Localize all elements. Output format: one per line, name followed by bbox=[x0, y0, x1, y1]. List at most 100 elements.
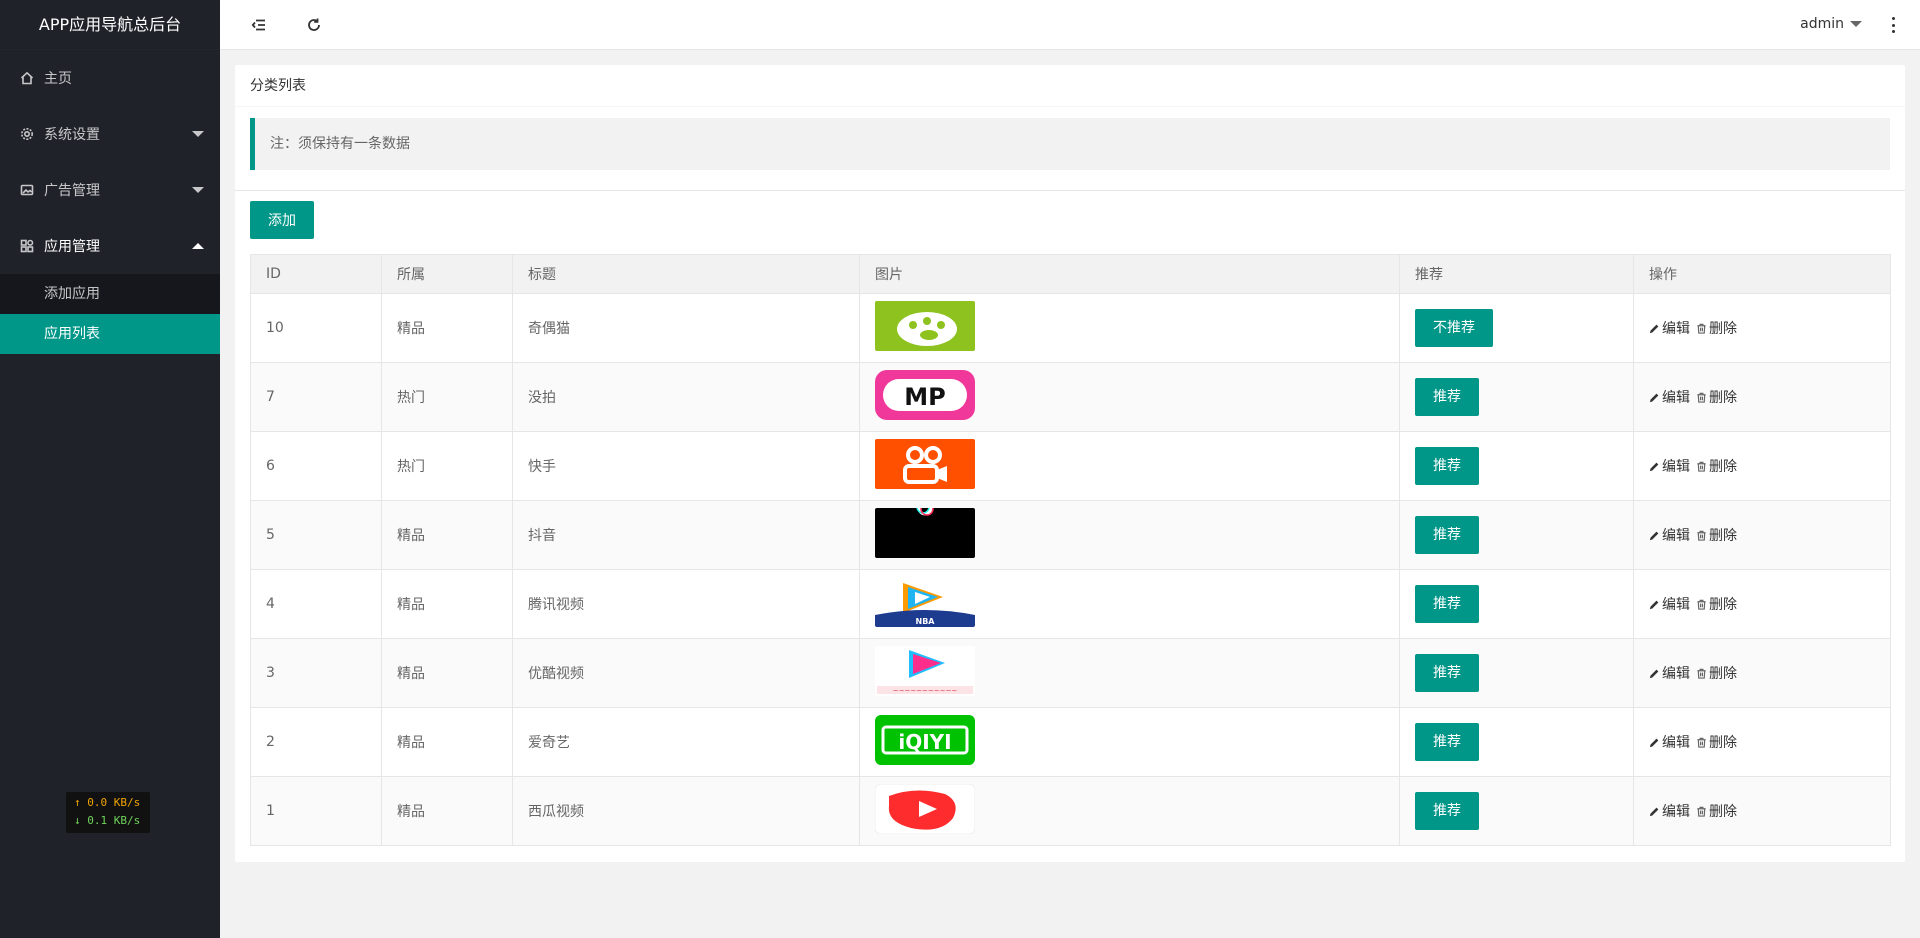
cell-recommend: 推荐 bbox=[1399, 707, 1634, 777]
username: admin bbox=[1800, 16, 1844, 32]
cell-id: 7 bbox=[250, 362, 382, 432]
chevron-up-icon bbox=[192, 243, 204, 249]
recommend-toggle-button[interactable]: 不推荐 bbox=[1415, 309, 1493, 347]
edit-label: 编辑 bbox=[1662, 459, 1690, 475]
cell-category: 精品 bbox=[381, 500, 513, 570]
recommend-toggle-button[interactable]: 推荐 bbox=[1415, 792, 1479, 830]
edit-label: 编辑 bbox=[1662, 390, 1690, 406]
recommend-toggle-button[interactable]: 推荐 bbox=[1415, 378, 1479, 416]
cell-recommend: 推荐 bbox=[1399, 569, 1634, 639]
delete-label: 删除 bbox=[1709, 321, 1737, 337]
delete-label: 删除 bbox=[1709, 804, 1737, 820]
cell-actions: 编辑 删除 bbox=[1633, 293, 1891, 363]
recommend-toggle-button[interactable]: 推荐 bbox=[1415, 723, 1479, 761]
cell-recommend: 不推荐 bbox=[1399, 293, 1634, 363]
cell-category: 精品 bbox=[381, 293, 513, 363]
cell-actions: 编辑 删除 bbox=[1633, 500, 1891, 570]
sidebar-item-label: 广告管理 bbox=[44, 183, 100, 199]
delete-link[interactable]: 删除 bbox=[1696, 732, 1737, 752]
svg-text:NBA: NBA bbox=[916, 617, 936, 626]
pencil-icon bbox=[1649, 531, 1659, 540]
app-logo-image: NBA bbox=[875, 577, 975, 627]
note-blockquote: 注：须保持有一条数据 bbox=[250, 118, 1890, 170]
menu-collapse-icon[interactable] bbox=[248, 14, 270, 36]
add-button[interactable]: 添加 bbox=[250, 201, 314, 239]
card-title: 分类列表 bbox=[235, 65, 1905, 107]
gear-icon bbox=[20, 127, 34, 141]
app-logo-image bbox=[875, 301, 975, 351]
cell-category: 热门 bbox=[381, 362, 513, 432]
category-list-card: 分类列表 注：须保持有一条数据 添加 ID 所属 标题 图片 推荐 操作 10 精… bbox=[235, 65, 1905, 862]
edit-link[interactable]: 编辑 bbox=[1649, 732, 1690, 752]
edit-link[interactable]: 编辑 bbox=[1649, 801, 1690, 821]
cell-category: 精品 bbox=[381, 707, 513, 777]
recommend-toggle-button[interactable]: 推荐 bbox=[1415, 447, 1479, 485]
column-header-title: 标题 bbox=[512, 254, 860, 294]
edit-link[interactable]: 编辑 bbox=[1649, 525, 1690, 545]
cell-recommend: 推荐 bbox=[1399, 362, 1634, 432]
user-menu[interactable]: admin bbox=[1800, 16, 1862, 32]
app-table: ID 所属 标题 图片 推荐 操作 10 精品 奇偶猫 不推荐 编辑 删除 7 热门 没拍 MP 推… bbox=[250, 254, 1891, 846]
cell-recommend: 推荐 bbox=[1399, 776, 1634, 846]
recommend-toggle-button[interactable]: 推荐 bbox=[1415, 516, 1479, 554]
network-speed-widget: ↑ 0.0 KB/s ↓ 0.1 KB/s bbox=[66, 792, 150, 833]
sidebar-subitem-app-list[interactable]: 应用列表 bbox=[0, 314, 220, 354]
column-header-image: 图片 bbox=[859, 254, 1400, 294]
edit-label: 编辑 bbox=[1662, 321, 1690, 337]
delete-link[interactable]: 删除 bbox=[1696, 456, 1737, 476]
delete-label: 删除 bbox=[1709, 459, 1737, 475]
delete-link[interactable]: 删除 bbox=[1696, 387, 1737, 407]
more-vertical-icon[interactable] bbox=[1892, 17, 1896, 33]
table-row: 2 精品 爱奇艺 iQIYI 推荐 编辑 删除 bbox=[250, 707, 1891, 777]
cell-id: 4 bbox=[250, 569, 382, 639]
refresh-icon[interactable] bbox=[303, 14, 325, 36]
delete-link[interactable]: 删除 bbox=[1696, 801, 1737, 821]
table-row: 5 精品 抖音 推荐 编辑 删除 bbox=[250, 500, 1891, 570]
chevron-down-icon bbox=[1850, 21, 1862, 27]
column-header-id: ID bbox=[250, 254, 382, 294]
edit-link[interactable]: 编辑 bbox=[1649, 318, 1690, 338]
delete-link[interactable]: 删除 bbox=[1696, 525, 1737, 545]
delete-label: 删除 bbox=[1709, 597, 1737, 613]
sidebar-item-app-management[interactable]: 应用管理 bbox=[0, 218, 220, 274]
cell-actions: 编辑 删除 bbox=[1633, 569, 1891, 639]
upload-speed: ↑ 0.0 KB/s bbox=[74, 796, 141, 809]
cell-category: 热门 bbox=[381, 431, 513, 501]
submenu-app-management: 添加应用 应用列表 bbox=[0, 274, 220, 354]
cell-id: 3 bbox=[250, 638, 382, 708]
delete-link[interactable]: 删除 bbox=[1696, 594, 1737, 614]
app-logo-image bbox=[875, 508, 975, 558]
edit-link[interactable]: 编辑 bbox=[1649, 456, 1690, 476]
sidebar-item-system-settings[interactable]: 系统设置 bbox=[0, 106, 220, 162]
app-title: APP应用导航总后台 bbox=[38, 15, 182, 34]
cell-image bbox=[859, 293, 1400, 363]
edit-label: 编辑 bbox=[1662, 528, 1690, 544]
cell-title: 爱奇艺 bbox=[512, 707, 860, 777]
trash-icon bbox=[1697, 392, 1706, 403]
recommend-toggle-button[interactable]: 推荐 bbox=[1415, 654, 1479, 692]
cell-category: 精品 bbox=[381, 776, 513, 846]
cell-actions: 编辑 删除 bbox=[1633, 431, 1891, 501]
edit-link[interactable]: 编辑 bbox=[1649, 594, 1690, 614]
sidebar-subitem-add-app[interactable]: 添加应用 bbox=[0, 274, 220, 314]
pencil-icon bbox=[1649, 462, 1659, 471]
cell-category: 精品 bbox=[381, 569, 513, 639]
cell-actions: 编辑 删除 bbox=[1633, 707, 1891, 777]
cell-id: 10 bbox=[250, 293, 382, 363]
edit-link[interactable]: 编辑 bbox=[1649, 387, 1690, 407]
delete-label: 删除 bbox=[1709, 735, 1737, 751]
sidebar-item-ad-management[interactable]: 广告管理 bbox=[0, 162, 220, 218]
recommend-toggle-button[interactable]: 推荐 bbox=[1415, 585, 1479, 623]
cell-actions: 编辑 删除 bbox=[1633, 638, 1891, 708]
delete-link[interactable]: 删除 bbox=[1696, 318, 1737, 338]
trash-icon bbox=[1697, 668, 1706, 679]
cell-id: 5 bbox=[250, 500, 382, 570]
edit-link[interactable]: 编辑 bbox=[1649, 663, 1690, 683]
edit-label: 编辑 bbox=[1662, 666, 1690, 682]
table-row: 1 精品 西瓜视频 推荐 编辑 删除 bbox=[250, 776, 1891, 846]
pencil-icon bbox=[1649, 600, 1659, 609]
delete-link[interactable]: 删除 bbox=[1696, 663, 1737, 683]
app-logo-image bbox=[875, 784, 975, 834]
sidebar-item-home[interactable]: 主页 bbox=[0, 50, 220, 106]
pencil-icon bbox=[1649, 393, 1659, 402]
